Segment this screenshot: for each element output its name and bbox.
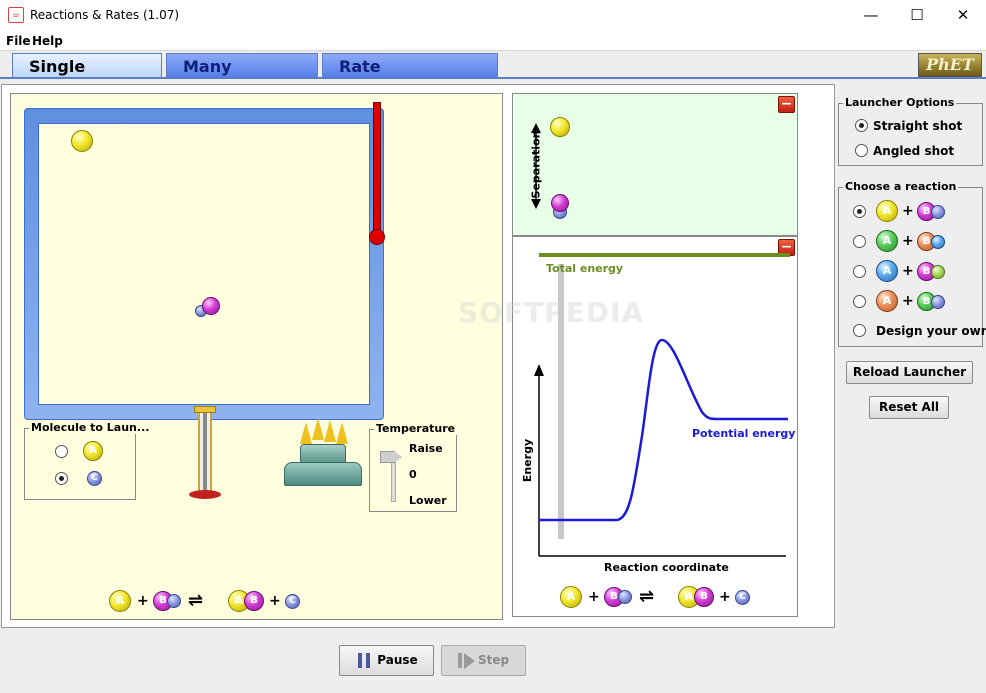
thermometer-icon <box>373 102 381 232</box>
tab-single-collision[interactable]: Single Collision <box>12 53 162 102</box>
reaction-1-plus: + <box>902 203 914 219</box>
burner-icon <box>284 462 362 486</box>
launch-molecule-c-radio[interactable] <box>55 472 68 485</box>
design-your-own-radio[interactable] <box>853 324 866 337</box>
temperature-zero-label: 0 <box>409 468 417 481</box>
energy-equation-plus-2: + <box>719 589 731 605</box>
temperature-lower-label: Lower <box>409 494 447 507</box>
tab-bar: Single Collision Many Collisions Rate Ex… <box>0 51 986 102</box>
step-icon <box>458 653 462 668</box>
molecule-to-launch-title: Molecule to Laun... <box>29 421 152 434</box>
reaction-3-radio[interactable] <box>853 265 866 278</box>
plunger-spring <box>203 412 207 492</box>
reaction-3-plus: + <box>902 263 914 279</box>
equation-plus: + <box>137 593 149 609</box>
molecule-a[interactable] <box>71 130 93 152</box>
step-button[interactable]: Step <box>441 645 526 676</box>
reaction-4-plus: + <box>902 293 914 309</box>
thermometer-bulb <box>369 229 385 245</box>
java-icon: ☕ <box>8 7 24 23</box>
equation-bc-c <box>167 594 181 608</box>
reaction-2-radio[interactable] <box>853 235 866 248</box>
title-bar: ☕ Reactions & Rates (1.07) — ☐ ✕ <box>0 0 986 31</box>
reaction-1-c <box>931 205 945 219</box>
angled-shot-radio[interactable] <box>855 144 868 157</box>
energy-equation-a: A <box>560 586 582 608</box>
separation-molecule-b <box>551 194 569 212</box>
flame-icon <box>312 418 324 440</box>
temperature-title: Temperature <box>374 422 458 435</box>
pause-button[interactable]: Pause <box>339 645 434 676</box>
separation-molecule-a <box>550 117 570 137</box>
minimize-button[interactable]: — <box>848 0 894 31</box>
plunger-top <box>194 406 216 413</box>
potential-energy-label: Potential energy <box>692 427 796 440</box>
molecule-a-icon: A <box>83 441 103 461</box>
pause-icon-bar <box>366 653 370 668</box>
straight-shot-label[interactable]: Straight shot <box>873 119 962 133</box>
equation-plus-2: + <box>269 593 281 609</box>
flame-icon <box>336 422 348 444</box>
energy-axis-label: Energy <box>521 438 535 483</box>
reaction-4-c <box>931 295 945 309</box>
design-your-own-label[interactable]: Design your own <box>876 324 986 338</box>
separation-label: Separation <box>529 130 543 199</box>
watermark: SOFTPEDIA <box>458 296 645 329</box>
launcher-options-title: Launcher Options <box>843 96 957 109</box>
reaction-box <box>38 123 370 405</box>
energy-equation-bc-c <box>618 590 632 604</box>
reaction-2-c <box>931 235 945 249</box>
temperature-raise-label: Raise <box>409 442 443 455</box>
menu-bar: File Help <box>0 31 986 51</box>
reaction-4-a: A <box>876 290 898 312</box>
tab-many-collisions[interactable]: Many Collisions <box>166 53 318 102</box>
step-label: Step <box>477 653 510 667</box>
equation-a: A <box>109 590 131 612</box>
reset-all-button[interactable]: Reset All <box>869 396 949 419</box>
straight-shot-radio[interactable] <box>855 119 868 132</box>
molecule-c-icon: C <box>87 471 102 486</box>
energy-equation-c: C <box>735 590 750 605</box>
choose-reaction-title: Choose a reaction <box>843 180 959 193</box>
plunger-handle[interactable] <box>189 490 221 499</box>
reload-launcher-button[interactable]: Reload Launcher <box>846 361 973 384</box>
equation-c: C <box>285 594 300 609</box>
maximize-button[interactable]: ☐ <box>894 0 940 31</box>
energy-equation-arrows: ⇌ <box>639 586 655 607</box>
app-window: ☕ Reactions & Rates (1.07) — ☐ ✕ File He… <box>0 0 986 693</box>
energy-equation-plus: + <box>588 589 600 605</box>
window-title: Reactions & Rates (1.07) <box>30 8 180 22</box>
reaction-3-c <box>931 265 945 279</box>
molecule-bc-b[interactable] <box>202 297 220 315</box>
close-button[interactable]: ✕ <box>940 0 986 31</box>
step-icon-arrow <box>464 653 475 669</box>
flame-icon <box>324 420 336 442</box>
launch-molecule-a-radio[interactable] <box>55 445 68 458</box>
equation-ab-b: B <box>244 591 264 611</box>
pause-icon <box>358 653 362 668</box>
tab-underline <box>0 77 986 79</box>
reaction-coordinate-label: Reaction coordinate <box>604 561 729 574</box>
flame-icon <box>300 422 312 444</box>
equation-arrows: ⇌ <box>188 590 204 611</box>
reaction-4-radio[interactable] <box>853 295 866 308</box>
pause-label: Pause <box>377 653 418 667</box>
menu-help[interactable]: Help <box>32 34 63 48</box>
y-axis-arrow <box>534 364 544 376</box>
reaction-3-a: A <box>876 260 898 282</box>
angled-shot-label[interactable]: Angled shot <box>873 144 954 158</box>
minimize-separation-button[interactable]: − <box>778 96 795 113</box>
reaction-1-a: A <box>876 200 898 222</box>
tab-rate-experiments[interactable]: Rate Experiments <box>322 53 498 102</box>
total-energy-label: Total energy <box>546 262 624 275</box>
energy-equation-ab-b: B <box>694 587 714 607</box>
burner-top <box>300 444 346 464</box>
reaction-2-a: A <box>876 230 898 252</box>
reaction-1-radio[interactable] <box>853 205 866 218</box>
menu-file[interactable]: File <box>6 34 31 48</box>
phet-logo: PhET <box>918 53 982 77</box>
molecule-to-launch-group: Molecule to Laun... <box>24 421 152 500</box>
reaction-2-plus: + <box>902 233 914 249</box>
